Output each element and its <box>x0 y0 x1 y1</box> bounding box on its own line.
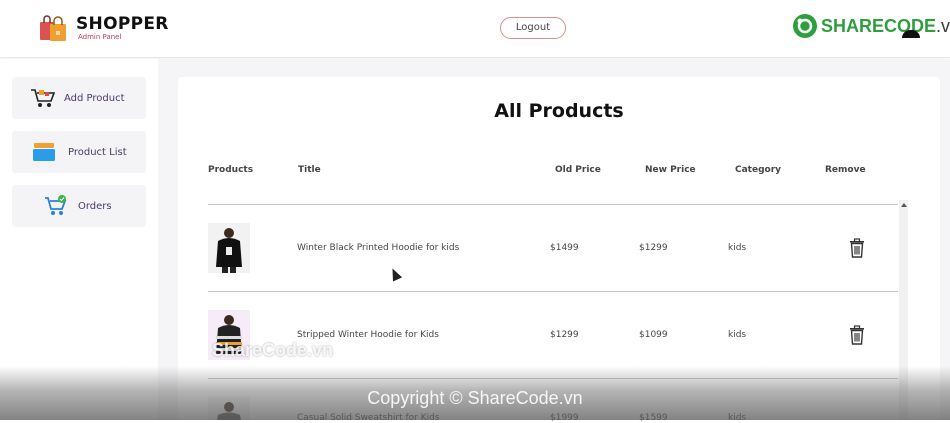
scroll-up-arrow-icon[interactable] <box>901 203 907 207</box>
watermark-text: ShareCode.vn <box>212 340 334 360</box>
product-category: kids <box>728 243 747 253</box>
trash-icon[interactable] <box>849 325 865 345</box>
sidebar-item-product-list[interactable]: Product List <box>12 131 146 173</box>
copyright-watermark: Copyright © ShareCode.vn <box>367 388 583 408</box>
list-stack-icon <box>32 141 58 163</box>
product-new-price: $1099 <box>639 330 668 340</box>
brand-logo[interactable]: SHOPPER Admin Panel <box>38 14 169 42</box>
column-header-old-price: Old Price <box>555 165 601 175</box>
sidebar-item-label: Orders <box>78 200 112 212</box>
sharecode-logo-icon <box>793 14 817 38</box>
product-new-price: $1299 <box>639 243 668 253</box>
column-header-remove: Remove <box>825 165 866 175</box>
sidebar-item-label: Product List <box>68 146 127 158</box>
product-category: kids <box>728 330 747 340</box>
brand-name: SHOPPER <box>76 13 169 34</box>
column-header-category: Category <box>735 165 782 175</box>
column-header-new-price: New Price <box>645 165 696 175</box>
shopping-bag-icon <box>38 14 68 42</box>
sharecode-logo: SHARECODE.vn <box>792 13 950 39</box>
page-title: All Products <box>494 100 624 122</box>
table-divider <box>208 291 898 292</box>
sharecode-logo-suffix: .vn <box>936 15 950 36</box>
trash-icon[interactable] <box>849 238 865 258</box>
product-thumbnail <box>208 223 250 273</box>
sharecode-logo-main: SHARECODE <box>821 15 937 36</box>
profile-avatar-icon[interactable] <box>902 30 920 38</box>
product-title: Stripped Winter Hoodie for Kids <box>297 330 439 340</box>
top-navbar: SHOPPER Admin Panel Logout SHARECODE.vn <box>0 0 950 58</box>
product-title: Winter Black Printed Hoodie for kids <box>297 243 460 253</box>
brand-subtitle: Admin Panel <box>78 32 122 41</box>
sidebar-item-orders[interactable]: Orders <box>12 185 146 227</box>
product-old-price: $1299 <box>550 330 579 340</box>
product-old-price: $1499 <box>550 243 579 253</box>
column-header-title: Title <box>298 165 321 175</box>
column-header-products: Products <box>208 165 254 175</box>
table-divider <box>208 204 898 205</box>
cart-check-icon <box>44 195 70 217</box>
logout-button[interactable]: Logout <box>500 17 566 39</box>
